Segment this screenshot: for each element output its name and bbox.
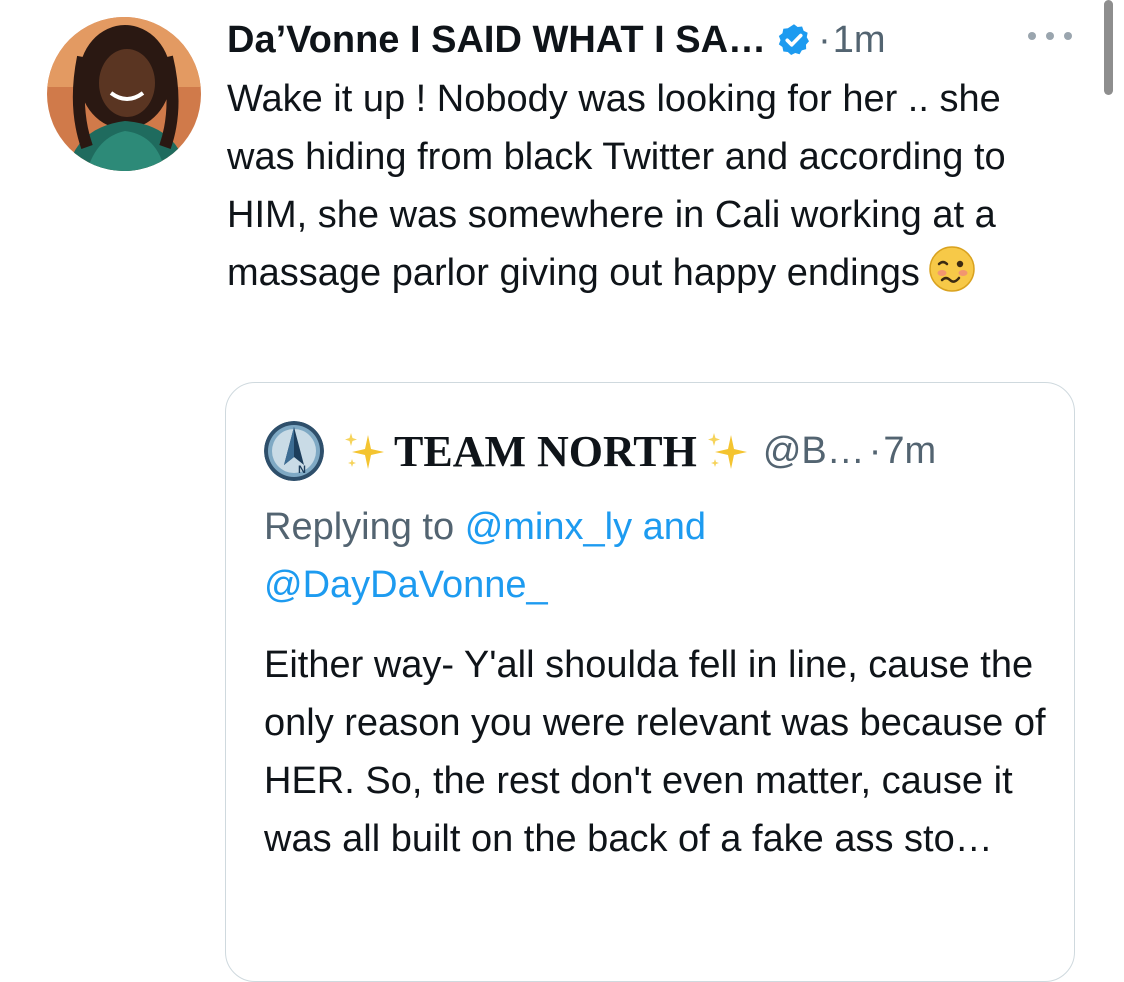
sparkles-emoji-icon [340,427,388,475]
quoted-tweet-header: N TEAM NORTH @B… · 7m [264,420,936,482]
svg-text:N: N [298,464,306,476]
quoted-author-display-name[interactable]: TEAM NORTH [394,426,697,477]
separator-dot: · [818,18,831,61]
verified-badge-icon [776,22,812,58]
more-options-icon[interactable] [1028,24,1072,48]
woozy-face-emoji-icon [928,245,976,293]
quoted-author-avatar[interactable]: N [264,421,324,481]
tweet-body: Wake it up ! Nobody was looking for her … [227,78,1006,294]
separator-dot: · [868,429,882,472]
mention-link[interactable]: @DayDaVonne_ [264,564,548,606]
tweet-timestamp[interactable]: 1m [833,19,886,62]
mention-link[interactable]: @minx_ly [465,506,632,548]
and-connector: and [642,506,707,548]
sparkles-emoji-icon [703,427,751,475]
replying-to-label: Replying to [264,506,455,548]
tweet-text: Wake it up ! Nobody was looking for her … [227,70,1077,302]
quoted-tweet-timestamp[interactable]: 7m [883,430,936,473]
quoted-author-handle[interactable]: @B… [763,430,865,473]
quoted-tweet-text: Either way- Y'all shoulda fell in line, … [264,644,1046,860]
replying-to-line: Replying to @minx_ly and @DayDaVonne_ [264,498,1024,614]
author-display-name[interactable]: Da’Vonne I SAID WHAT I SA… [227,19,766,62]
scrollbar[interactable] [1104,0,1113,95]
author-avatar[interactable] [47,17,201,171]
tweet-header: Da’Vonne I SAID WHAT I SA… · 1m [227,14,1094,66]
